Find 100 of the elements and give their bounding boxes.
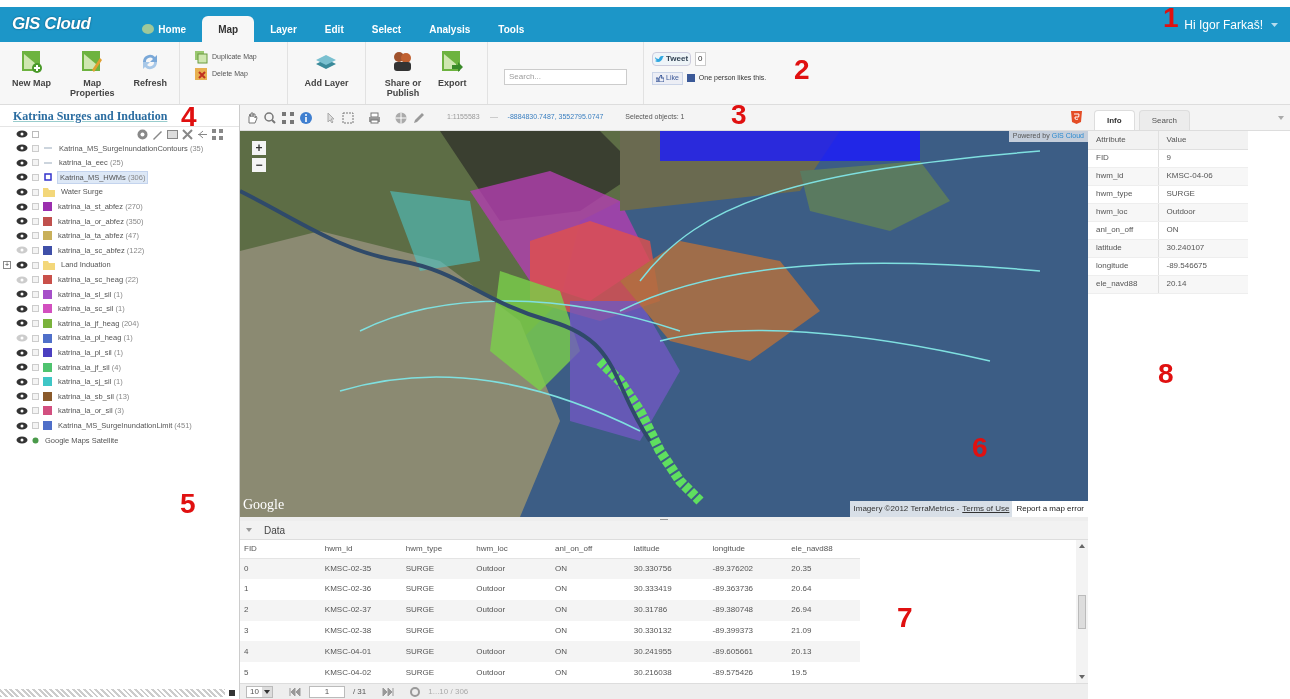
fullscreen-icon[interactable] <box>282 111 294 124</box>
checkbox[interactable] <box>32 422 39 430</box>
html5-icon[interactable] <box>1071 111 1082 124</box>
collapse-icon[interactable] <box>246 528 252 532</box>
ribbon-button[interactable]: Add Layer <box>304 50 349 88</box>
checkbox[interactable] <box>32 203 39 211</box>
table-cell: 1 <box>240 579 321 600</box>
panel-tab[interactable]: Search <box>1138 110 1191 130</box>
checkbox[interactable] <box>32 159 39 167</box>
checkbox[interactable] <box>32 232 39 240</box>
zoom-icon[interactable] <box>264 111 276 124</box>
fullscreen-icon[interactable] <box>212 128 223 140</box>
checkbox[interactable] <box>32 290 39 298</box>
table-cell: ON <box>551 558 630 580</box>
checkbox[interactable] <box>32 276 39 284</box>
ribbon-button[interactable]: New Map <box>12 50 51 88</box>
checkbox[interactable] <box>32 363 39 371</box>
collapse-icon[interactable] <box>197 128 208 140</box>
scrollbar[interactable] <box>1076 540 1088 683</box>
eye-icon[interactable] <box>16 231 28 240</box>
zoom-out-button[interactable]: − <box>252 158 266 172</box>
checkbox[interactable] <box>32 246 39 254</box>
checkbox[interactable] <box>32 407 39 415</box>
table-cell: 20.13 <box>787 641 860 663</box>
ribbon-button[interactable]: Share or Publish <box>378 50 428 98</box>
eye-icon[interactable] <box>16 290 28 299</box>
select-box-icon[interactable] <box>342 111 354 124</box>
checkbox[interactable] <box>32 144 39 152</box>
eye-icon[interactable] <box>16 261 28 270</box>
caret-icon[interactable] <box>1278 115 1284 120</box>
checkbox[interactable] <box>32 217 39 225</box>
scroll-thumb[interactable] <box>1078 594 1086 629</box>
report-error-link[interactable]: Report a map error <box>1012 501 1088 517</box>
eye-icon[interactable] <box>16 304 28 313</box>
hand-icon[interactable] <box>246 111 258 124</box>
map-title[interactable]: Katrina Surges and Induation <box>13 106 168 125</box>
eye-icon[interactable] <box>16 319 28 328</box>
refresh-icon[interactable] <box>410 686 421 697</box>
checkbox[interactable] <box>32 305 39 313</box>
page-field[interactable]: 1 <box>308 685 345 698</box>
table-cell: 30.333419 <box>629 579 709 600</box>
checkbox[interactable] <box>32 319 39 327</box>
eye-icon[interactable] <box>16 202 28 211</box>
printer-icon[interactable] <box>368 111 381 124</box>
panel-tab[interactable]: Info <box>1094 110 1135 130</box>
eye-icon[interactable] <box>16 377 28 386</box>
terms-link[interactable]: Terms of Use <box>962 503 1010 515</box>
checkbox[interactable] <box>32 261 39 269</box>
page-count: / 31 <box>352 685 367 698</box>
globe-icon[interactable] <box>395 111 407 124</box>
pencil-icon[interactable] <box>413 111 425 124</box>
new-map-icon <box>19 50 44 74</box>
checkbox[interactable] <box>32 392 39 400</box>
flood-zone[interactable] <box>570 301 680 441</box>
last-page-icon[interactable] <box>382 687 395 696</box>
tweet-button[interactable]: Tweet <box>652 52 692 66</box>
eye-icon[interactable] <box>16 158 28 167</box>
eye-icon[interactable] <box>16 392 28 401</box>
search-field[interactable]: Search... <box>504 68 627 85</box>
checkbox[interactable] <box>32 349 39 357</box>
table-icon[interactable] <box>167 128 178 140</box>
table-cell: Outdoor <box>472 599 551 621</box>
radio-icon[interactable] <box>32 436 39 444</box>
checkbox[interactable] <box>32 334 39 342</box>
eye-icon[interactable] <box>16 363 28 372</box>
logo: GIS Cloud <box>12 12 91 35</box>
eye-icon[interactable] <box>16 407 28 415</box>
splitter-handle[interactable] <box>660 518 668 520</box>
flood-zone[interactable] <box>620 241 820 361</box>
checkbox[interactable] <box>32 130 39 138</box>
menu-tab[interactable]: Map <box>202 16 255 42</box>
zoom-in-button[interactable]: + <box>252 141 266 155</box>
checkbox[interactable] <box>32 378 39 386</box>
ribbon-button[interactable]: Export <box>438 50 467 88</box>
page-size-select[interactable]: 10 <box>246 685 273 698</box>
eye-icon[interactable] <box>16 144 28 153</box>
eye-icon[interactable] <box>16 188 28 197</box>
eye-icon[interactable] <box>16 130 28 138</box>
ribbon-button[interactable]: Map Properties <box>67 50 118 98</box>
eye-icon[interactable] <box>16 436 28 445</box>
table-cell: SURGE <box>401 579 473 600</box>
eye-icon[interactable] <box>16 217 28 226</box>
ribbon-button[interactable]: Refresh <box>133 50 167 88</box>
resize-handle[interactable] <box>229 690 235 696</box>
eye-icon[interactable] <box>16 348 28 357</box>
checkbox[interactable] <box>32 188 39 196</box>
pencil-icon[interactable] <box>152 128 163 140</box>
first-page-icon[interactable] <box>288 687 301 696</box>
info-icon[interactable] <box>300 111 312 124</box>
gear-icon[interactable] <box>137 128 148 140</box>
pointer-icon[interactable] <box>326 111 336 124</box>
inundation-cells[interactable] <box>596 357 704 505</box>
scroll-down-icon[interactable] <box>1079 675 1085 679</box>
checkbox[interactable] <box>32 174 39 181</box>
flood-zone[interactable] <box>390 191 480 271</box>
eye-icon[interactable] <box>16 421 28 430</box>
eye-icon[interactable] <box>16 173 28 182</box>
scrollbar[interactable] <box>0 689 225 697</box>
scroll-up-icon[interactable] <box>1079 544 1085 548</box>
close-icon[interactable] <box>182 128 193 140</box>
